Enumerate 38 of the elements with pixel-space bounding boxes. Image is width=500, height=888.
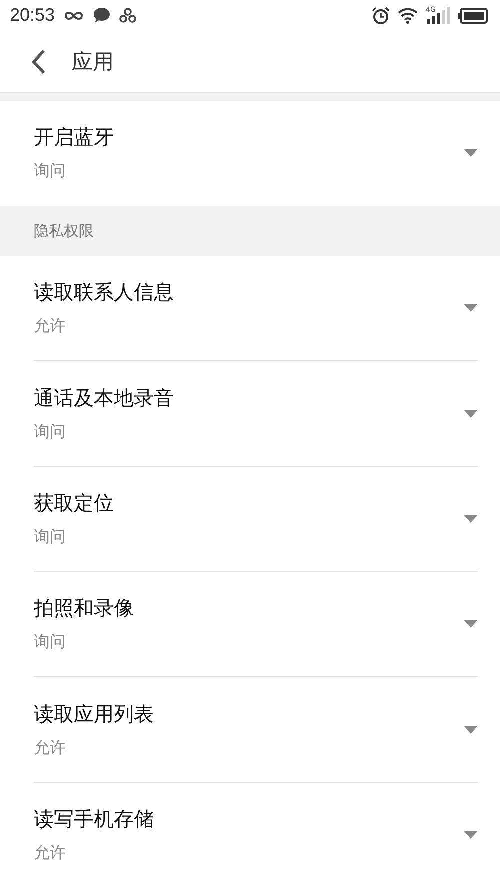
wifi-icon [398,8,418,24]
permission-value: 允许 [34,843,67,864]
cloverleaf-icon [119,8,138,24]
permission-title: 开启蓝牙 [34,124,115,152]
dropdown-caret-icon[interactable] [464,304,478,312]
permission-value: 允许 [34,316,67,338]
permission-value: 询问 [34,422,67,443]
permission-value: 询问 [34,526,67,548]
dropdown-caret-icon[interactable] [464,149,478,158]
permission-value: 询问 [34,632,67,654]
permission-title: 获取定位 [34,490,115,517]
page-title: 应用 [72,48,114,76]
permission-row[interactable]: 获取定位 询问 [34,466,478,572]
permission-title: 拍照和录像 [34,595,135,622]
permission-title: 通话及本地录音 [34,384,175,412]
section-header: 隐私权限 [0,206,500,256]
permission-row[interactable]: 读写手机存储 允许 [34,782,478,888]
dropdown-caret-icon[interactable] [464,726,478,734]
permission-title: 读取联系人信息 [34,279,175,306]
permission-row[interactable]: 拍照和录像 询问 [34,572,478,678]
signal-icon [426,6,450,25]
battery-icon [458,8,488,24]
infinity-icon [63,10,86,22]
permission-row[interactable]: 开启蓝牙 询问 [34,100,478,206]
permission-row[interactable]: 通话及本地录音 询问 [34,361,478,467]
permission-row[interactable]: 读取联系人信息 允许 [34,256,478,362]
permission-value: 允许 [34,738,67,759]
permission-title: 读写手机存储 [34,806,155,834]
permission-value: 询问 [34,161,67,182]
alarm-clock-icon [372,6,390,25]
dropdown-caret-icon[interactable] [464,831,478,840]
permission-title: 读取应用列表 [34,700,155,728]
dropdown-caret-icon[interactable] [464,410,478,418]
chat-bubble-icon [93,7,112,24]
dropdown-caret-icon[interactable] [464,620,478,628]
permission-row[interactable]: 读取应用列表 允许 [34,677,478,783]
dropdown-caret-icon[interactable] [464,514,478,523]
status-time: 20:53 [10,5,56,26]
